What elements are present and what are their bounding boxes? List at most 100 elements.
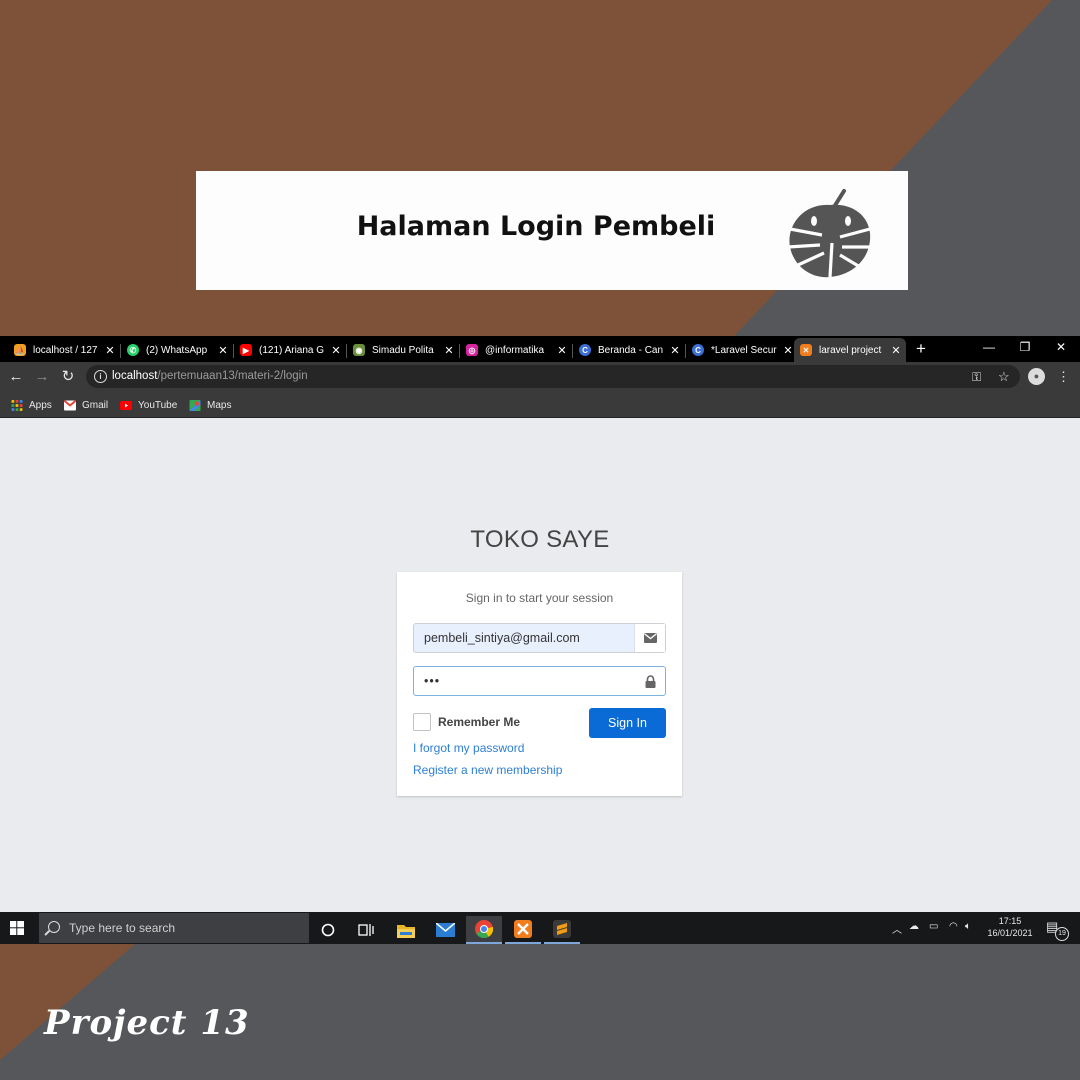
tab-label: (121) Ariana G [259,344,325,356]
browser-screenshot: ⛵ localhost / 127 ✕ ✆ (2) WhatsApp ✕ ▶ (… [0,336,1080,944]
notification-count: 19 [1055,927,1069,941]
key-icon[interactable]: ⚿ [972,367,981,387]
login-card: Sign in to start your session Remember M… [397,572,682,796]
browser-tab-active[interactable]: ✕ laravel project ✕ [794,338,906,362]
bookmark-maps[interactable]: Maps [189,397,231,413]
close-icon[interactable]: ✕ [781,344,795,357]
tab-label: @informatika [485,344,545,356]
browser-tab[interactable]: ▶ (121) Ariana G ✕ [234,338,346,362]
close-icon[interactable]: ✕ [889,344,903,357]
wifi-icon[interactable]: ◠ [949,921,958,932]
volume-icon[interactable]: 🔈︎ [965,921,971,932]
windows-start-icon[interactable] [10,921,24,935]
minimize-button[interactable]: — [974,336,1004,358]
windows-taskbar: Type here to search ︿ ☁ ▭ ◠ 🔈︎ 17:15 16/… [0,912,1080,944]
taskbar-clock[interactable]: 17:15 16/01/2021 [982,915,1038,939]
youtube-icon [120,400,132,410]
monstera-leaf-icon [787,189,871,278]
restore-button[interactable]: ❐ [1010,336,1040,358]
browser-tab[interactable]: ✆ (2) WhatsApp ✕ [121,338,233,362]
search-placeholder: Type here to search [69,921,176,935]
canva-icon: C [692,344,704,356]
search-icon [48,921,60,933]
forgot-password-link[interactable]: I forgot my password [413,741,524,755]
email-field[interactable] [413,623,666,653]
address-bar[interactable]: i localhost/pertemuaan13/materi-2/login [86,365,1020,388]
clock-time: 17:15 [998,916,1022,926]
bookmark-gmail[interactable]: Gmail [64,397,108,413]
browser-tab[interactable]: ◎ @informatika ✕ [460,338,572,362]
forward-arrow-icon[interactable]: → [32,367,52,387]
browser-tab[interactable]: C *Laravel Secur ✕ [686,338,798,362]
close-icon[interactable]: ✕ [668,344,682,357]
tab-label: *Laravel Secur [711,344,777,356]
close-icon[interactable]: ✕ [442,344,456,357]
close-icon[interactable]: ✕ [555,344,569,357]
xampp-icon: ✕ [800,344,812,356]
password-input[interactable] [414,667,635,695]
register-link[interactable]: Register a new membership [413,763,562,777]
bookmark-apps[interactable]: Apps [11,397,52,413]
remember-me[interactable]: Remember Me [413,713,520,731]
onedrive-cloud-icon[interactable]: ☁ [909,921,919,932]
lock-icon [635,667,665,695]
maps-icon [189,399,201,411]
tab-strip: ⛵ localhost / 127 ✕ ✆ (2) WhatsApp ✕ ▶ (… [0,336,1080,362]
whatsapp-icon: ✆ [127,344,139,356]
bookmark-label: Apps [29,399,52,411]
profile-avatar[interactable]: ● [1028,368,1045,385]
sublime-text-icon[interactable] [544,916,580,944]
url-path: /pertemuaan13/materi-2/login [157,370,308,382]
banner-title: Halaman Login Pembeli [356,211,716,242]
xampp-icon[interactable] [505,916,541,944]
bookmarks-bar: Apps Gmail YouTube Maps [0,392,1080,418]
close-icon[interactable]: ✕ [329,344,343,357]
instagram-icon: ◎ [466,344,478,356]
remember-label: Remember Me [438,715,521,729]
phpmyadmin-icon: ⛵ [14,344,26,356]
cortana-icon[interactable] [310,916,346,944]
reload-icon[interactable]: ↻ [58,367,78,387]
mail-icon[interactable] [427,916,463,944]
envelope-icon [634,624,665,652]
file-explorer-icon[interactable] [388,916,424,944]
browser-tab[interactable]: ◉ Simadu Polita ✕ [347,338,459,362]
bookmark-label: Gmail [82,399,109,411]
browser-tab[interactable]: ⛵ localhost / 127 ✕ [8,338,120,362]
taskbar-search[interactable]: Type here to search [39,913,309,943]
chrome-icon[interactable] [466,916,502,944]
project-label: Project 13 [44,1003,250,1043]
sign-in-button[interactable]: Sign In [589,708,666,738]
bookmark-label: YouTube [138,399,178,411]
notification-center-icon[interactable]: ▤ 19 [1046,919,1069,941]
close-icon[interactable]: ✕ [216,344,230,357]
password-field[interactable] [413,666,666,696]
url-host: localhost [112,370,158,382]
task-view-icon[interactable] [348,916,384,944]
close-icon[interactable]: ✕ [103,344,117,357]
back-arrow-icon[interactable]: ← [6,367,26,387]
tab-label: (2) WhatsApp [146,344,208,356]
window-close-button[interactable]: ✕ [1046,336,1076,358]
browser-tab[interactable]: C Beranda - Can ✕ [573,338,685,362]
battery-icon[interactable]: ▭ [929,921,938,932]
email-input[interactable] [414,624,634,652]
tab-label: Beranda - Can [598,344,664,356]
youtube-icon: ▶ [240,344,252,356]
new-tab-button[interactable]: + [912,338,930,360]
chevron-up-icon[interactable]: ︿ [892,921,902,936]
clock-date: 16/01/2021 [987,928,1033,938]
canva-icon: C [579,344,591,356]
remember-checkbox[interactable] [413,713,431,731]
login-logo[interactable]: TOKO SAYE [0,526,1080,554]
bookmark-youtube[interactable]: YouTube [120,397,177,413]
star-icon[interactable]: ☆ [998,367,1010,387]
tab-label: laravel project [819,344,882,356]
simadu-icon: ◉ [353,344,365,356]
tab-label: localhost / 127 [33,344,98,356]
title-banner: Halaman Login Pembeli [196,171,908,290]
tab-label: Simadu Polita [372,344,434,356]
browser-toolbar: ← → ↻ i localhost/pertemuaan13/materi-2/… [0,362,1080,392]
info-icon[interactable]: i [94,370,107,383]
menu-dots-icon[interactable]: ⋮ [1057,367,1070,387]
